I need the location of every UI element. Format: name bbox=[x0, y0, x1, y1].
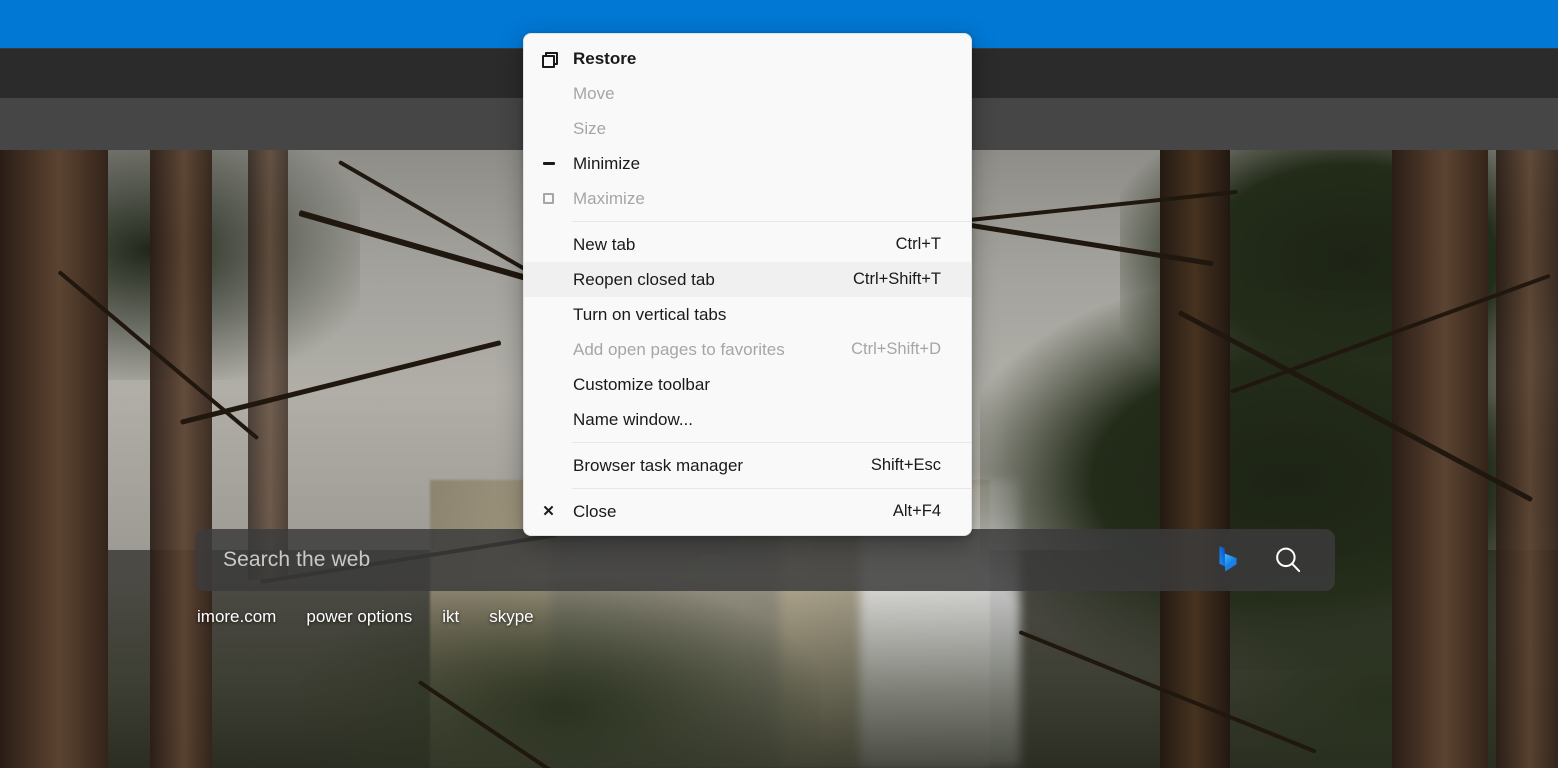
quick-link-item[interactable]: skype bbox=[489, 607, 533, 627]
menu-item-customize-toolbar[interactable]: Customize toolbar bbox=[524, 367, 971, 402]
menu-item-maximize[interactable]: Maximize bbox=[524, 181, 971, 216]
menu-item-name-window[interactable]: Name window... bbox=[524, 402, 971, 437]
close-icon: ✕ bbox=[524, 504, 573, 519]
quick-link-item[interactable]: power options bbox=[306, 607, 412, 627]
minimize-icon bbox=[524, 162, 573, 165]
bing-logo-icon[interactable] bbox=[1211, 543, 1245, 577]
menu-item-add-open-pages-to-favorites[interactable]: Add open pages to favorites Ctrl+Shift+D bbox=[524, 332, 971, 367]
menu-item-restore[interactable]: Restore bbox=[524, 41, 971, 76]
menu-item-turn-on-vertical-tabs[interactable]: Turn on vertical tabs bbox=[524, 297, 971, 332]
menu-separator bbox=[572, 442, 971, 443]
search-input[interactable]: Search the web bbox=[195, 548, 1211, 572]
wallpaper-tree-trunk bbox=[248, 150, 288, 580]
quick-link-item[interactable]: ikt bbox=[442, 607, 459, 627]
menu-item-reopen-closed-tab[interactable]: Reopen closed tab Ctrl+Shift+T bbox=[524, 262, 971, 297]
menu-item-minimize[interactable]: Minimize bbox=[524, 146, 971, 181]
menu-item-size[interactable]: Size bbox=[524, 111, 971, 146]
menu-item-browser-task-manager[interactable]: Browser task manager Shift+Esc bbox=[524, 448, 971, 483]
menu-separator bbox=[572, 221, 971, 222]
wallpaper-tree-trunk bbox=[0, 150, 108, 768]
wallpaper-tree-trunk bbox=[1392, 150, 1488, 768]
search-icon[interactable] bbox=[1271, 543, 1305, 577]
menu-item-close[interactable]: ✕ Close Alt+F4 bbox=[524, 494, 971, 529]
search-bar[interactable]: Search the web bbox=[195, 529, 1335, 591]
wallpaper-tree-trunk bbox=[150, 150, 212, 768]
browser-window: Search the web bbox=[0, 0, 1558, 768]
menu-item-move[interactable]: Move bbox=[524, 76, 971, 111]
menu-separator bbox=[572, 488, 971, 489]
menu-item-new-tab[interactable]: New tab Ctrl+T bbox=[524, 227, 971, 262]
restore-icon bbox=[524, 52, 573, 65]
wallpaper-tree-trunk bbox=[1496, 150, 1558, 768]
quick-link-item[interactable]: imore.com bbox=[197, 607, 276, 627]
wallpaper-tree-trunk bbox=[1160, 150, 1230, 768]
maximize-icon bbox=[524, 193, 573, 204]
quick-links: imore.com power options ikt skype bbox=[197, 607, 534, 627]
window-context-menu[interactable]: Restore Move Size Minimize Maximize New bbox=[523, 33, 972, 536]
